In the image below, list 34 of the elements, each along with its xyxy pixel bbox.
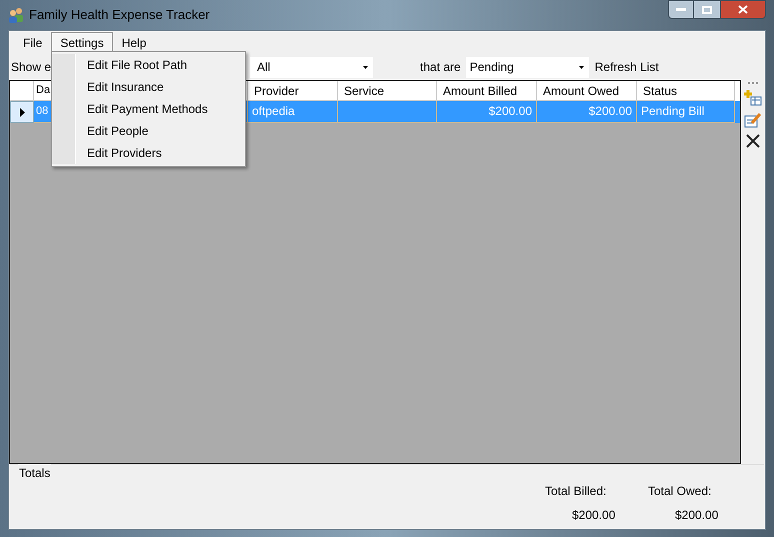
menu-item[interactable]: File: [14, 32, 52, 53]
add-record-icon[interactable]: [744, 90, 762, 106]
dropdown-arrow-icon: [578, 66, 584, 68]
menu-item[interactable]: Edit Payment Methods: [76, 98, 245, 120]
refresh-list-button[interactable]: Refresh List: [592, 58, 661, 76]
total-owed-label: Total Owed:: [648, 483, 712, 500]
table-cell: oftpedia: [248, 101, 338, 123]
menu-item[interactable]: Edit File Root Path: [76, 54, 245, 76]
total-owed-value: $200.00: [675, 507, 718, 524]
that-are-label: that are: [420, 59, 461, 76]
minimize-icon: [676, 8, 686, 11]
show-label: Show e: [11, 59, 52, 76]
window-title: Family Health Expense Tracker: [29, 6, 210, 24]
total-billed-value: $200.00: [572, 507, 616, 524]
person-combo[interactable]: All: [250, 56, 373, 78]
close-icon: [738, 5, 748, 14]
close-button[interactable]: [720, 0, 766, 19]
status-combo[interactable]: Pending: [466, 56, 589, 78]
menu-item[interactable]: Help: [112, 32, 156, 53]
table-cell: $200.00: [437, 101, 537, 123]
dropdown-arrow-icon: [363, 66, 368, 68]
current-row-icon: [20, 108, 24, 116]
edit-record-icon[interactable]: [744, 112, 762, 128]
minimize-button[interactable]: [668, 0, 694, 19]
menu-item[interactable]: Settings: [51, 32, 113, 53]
menu-item[interactable]: Edit People: [76, 120, 245, 142]
menu-item[interactable]: Edit Providers: [76, 142, 245, 164]
table-cell: $200.00: [537, 101, 637, 123]
delete-icon[interactable]: [746, 134, 760, 148]
maximize-icon: [702, 6, 712, 14]
people-icon: [8, 7, 24, 23]
total-billed-label: Total Billed:: [545, 483, 606, 500]
table-cell: Pending Bill: [637, 101, 735, 123]
maximize-button[interactable]: [694, 0, 720, 19]
